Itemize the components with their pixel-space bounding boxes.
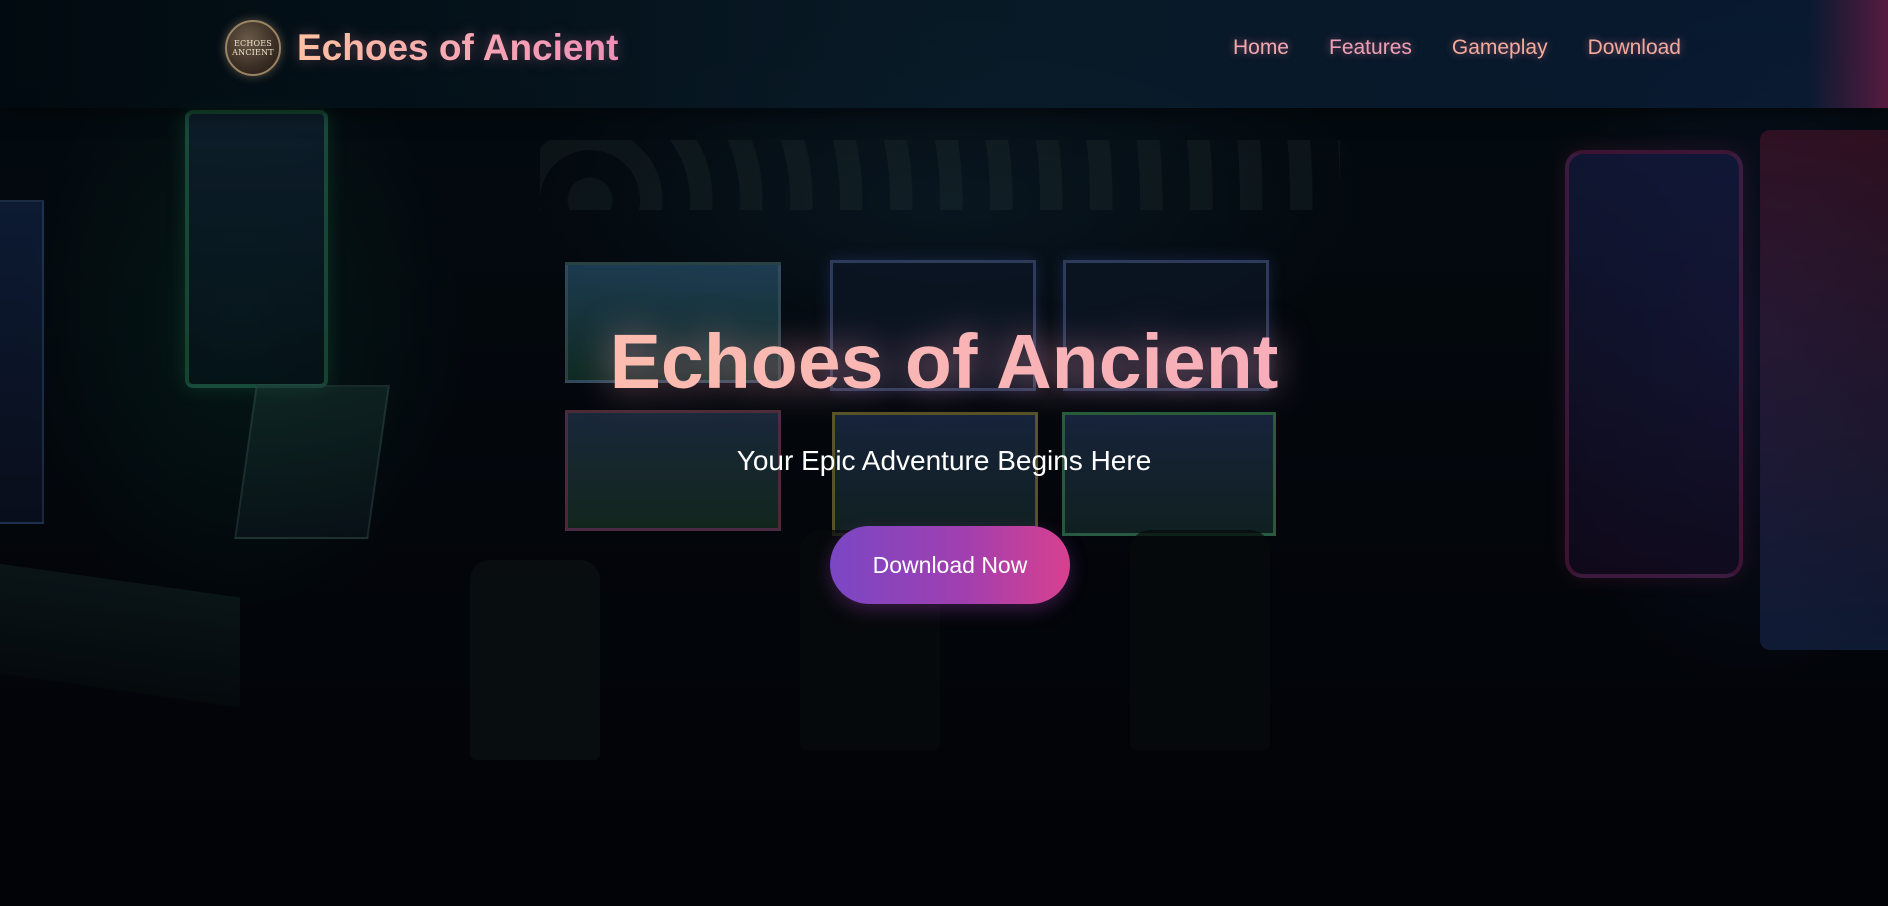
nav-link-gameplay[interactable]: Gameplay bbox=[1452, 36, 1548, 60]
page: ECHOES ANCIENT Echoes of Ancient Home Fea… bbox=[0, 0, 1888, 906]
download-now-button[interactable]: Download Now bbox=[830, 526, 1070, 604]
logo-text: ECHOES ANCIENT bbox=[232, 39, 274, 57]
hero-section: Echoes of Ancient Your Epic Adventure Be… bbox=[0, 108, 1888, 906]
logo-icon[interactable]: ECHOES ANCIENT bbox=[225, 20, 281, 76]
nav-link-home[interactable]: Home bbox=[1233, 36, 1289, 60]
main-nav: Home Features Gameplay Download bbox=[1233, 36, 1681, 60]
brand-title[interactable]: Echoes of Ancient bbox=[297, 27, 618, 69]
hero-title: Echoes of Ancient bbox=[0, 318, 1888, 407]
nav-link-download[interactable]: Download bbox=[1588, 36, 1681, 60]
site-header: ECHOES ANCIENT Echoes of Ancient Home Fea… bbox=[0, 0, 1888, 108]
header-accent bbox=[1808, 0, 1888, 108]
brand[interactable]: ECHOES ANCIENT Echoes of Ancient bbox=[225, 20, 618, 76]
nav-link-features[interactable]: Features bbox=[1329, 36, 1412, 60]
hero-subtitle: Your Epic Adventure Begins Here bbox=[736, 445, 1152, 476]
